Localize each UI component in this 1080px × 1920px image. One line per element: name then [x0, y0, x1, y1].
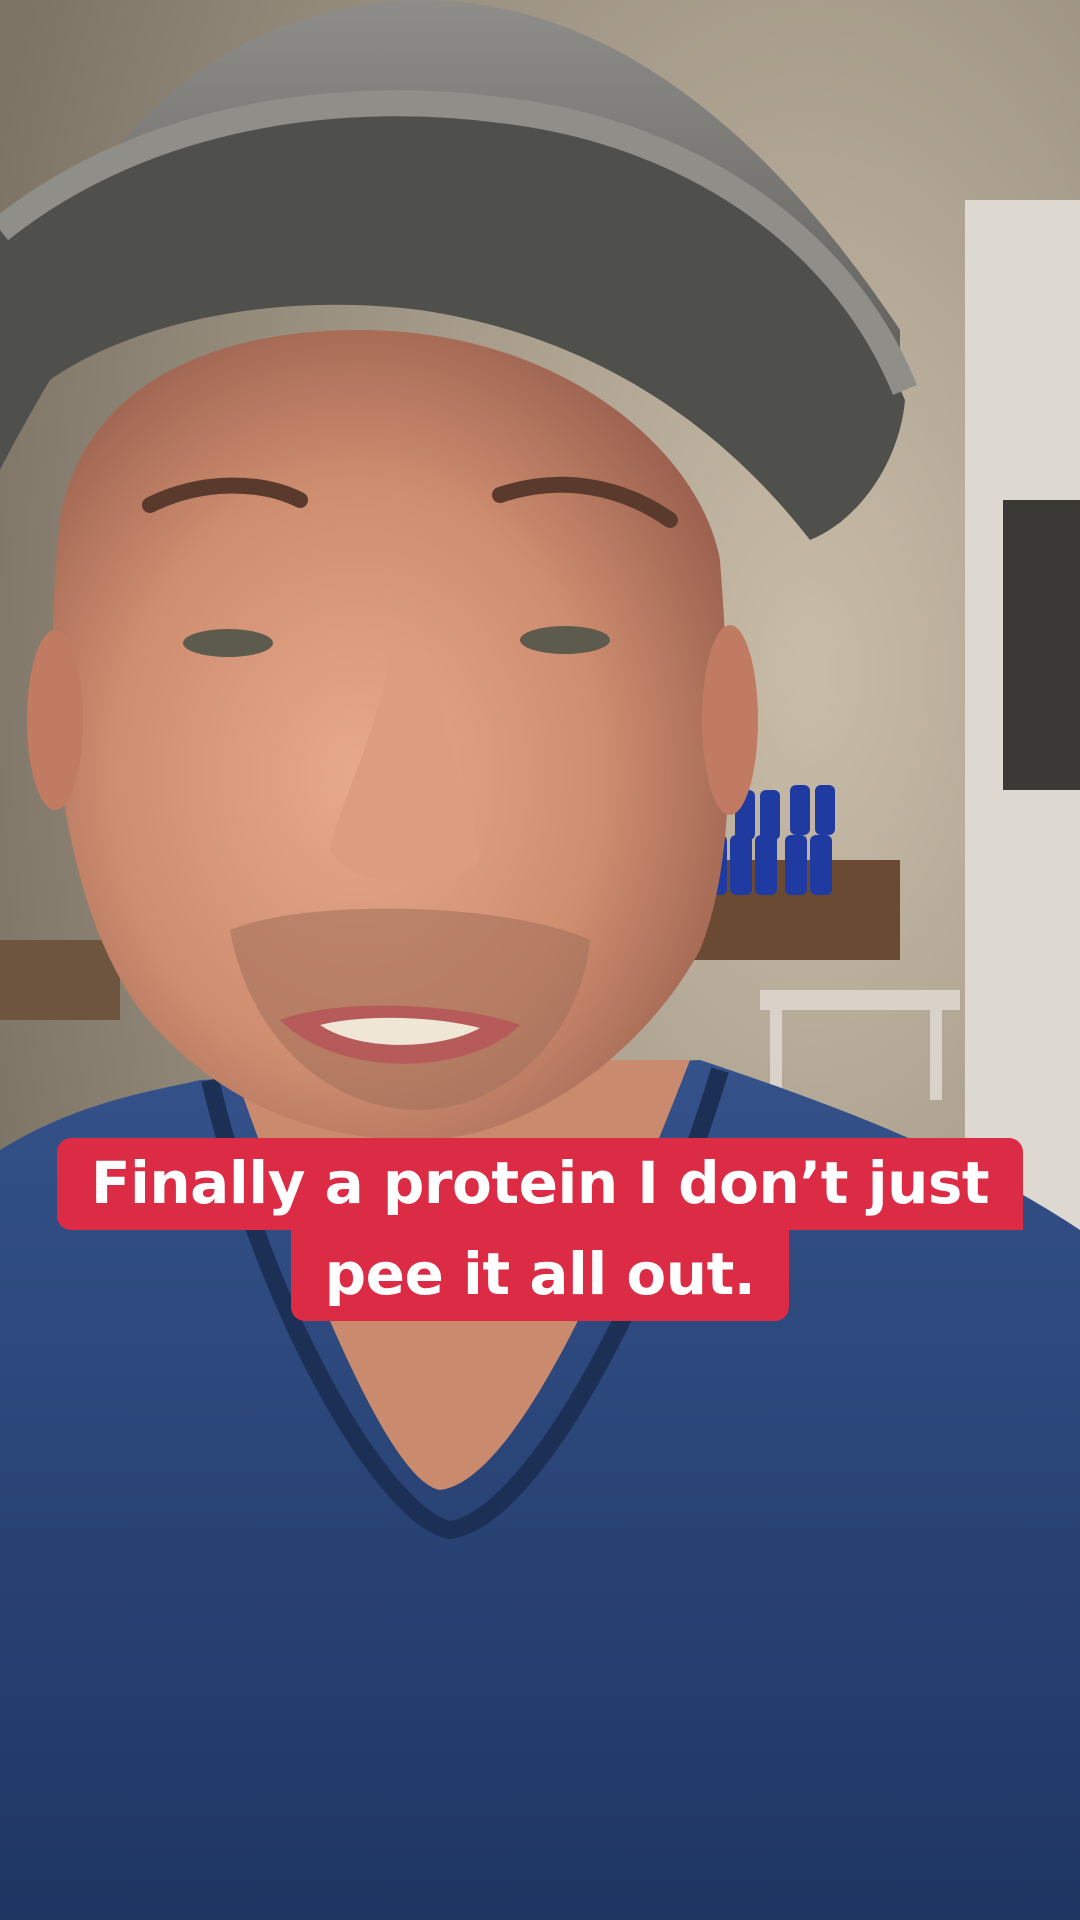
left-ear: [27, 630, 83, 810]
chair: [760, 990, 960, 1010]
right-eye: [520, 626, 610, 654]
left-shelf: [0, 940, 120, 1020]
caption-line-1: Finally a protein I don’t just: [56, 1138, 1024, 1230]
caption: Finally a protein I don’t just pee it al…: [0, 1138, 1080, 1321]
mirror: [1003, 500, 1080, 790]
video-scene: [0, 0, 1080, 1920]
left-eye: [183, 629, 273, 657]
right-ear: [702, 625, 758, 815]
caption-line-2: pee it all out.: [290, 1229, 790, 1321]
video-frame: Finally a protein I don’t just pee it al…: [0, 0, 1080, 1920]
